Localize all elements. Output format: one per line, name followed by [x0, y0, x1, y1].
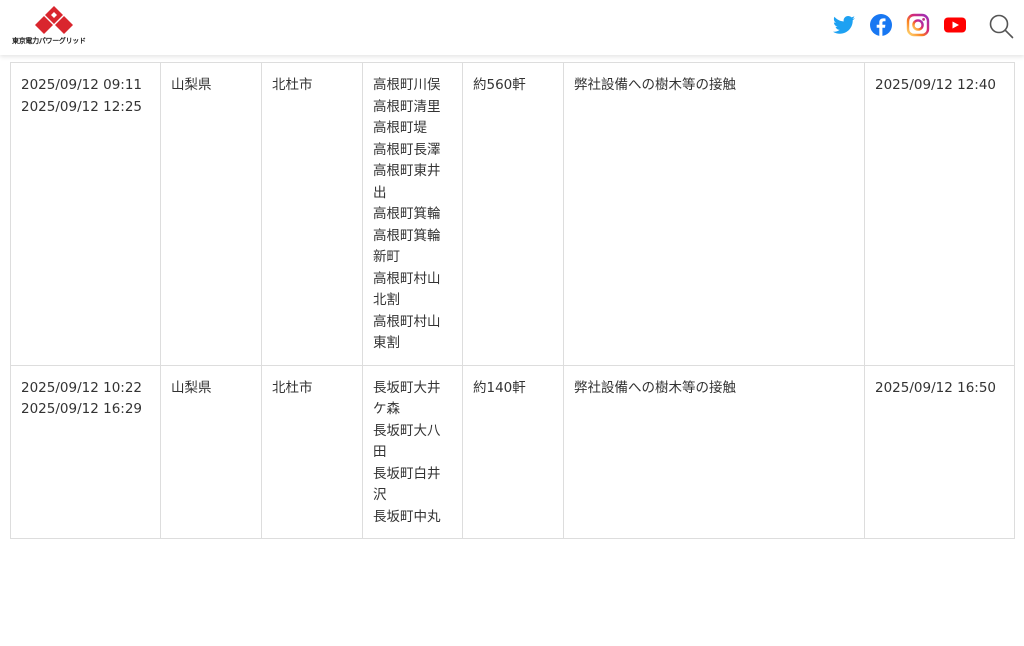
- search-button[interactable]: [988, 13, 1014, 39]
- site-header: 東京電力パワーグリッド: [0, 0, 1024, 55]
- cause: 弊社設備への樹木等の接触: [574, 77, 736, 93]
- households-cell: 約140軒: [462, 365, 564, 539]
- logo-text: 東京電力パワーグリッド: [12, 37, 86, 45]
- restored-time: 2025/09/12 16:29: [21, 401, 143, 417]
- households: 約140軒: [473, 379, 526, 396]
- table-row: 2025/09/12 10:22 2025/09/12 16:29 山梨県 北杜…: [10, 365, 1015, 539]
- city-cell: 北杜市: [261, 365, 363, 539]
- facebook-link[interactable]: [869, 13, 893, 37]
- area-name: 高根町箕輪: [373, 206, 441, 222]
- search-icon: [989, 14, 1014, 39]
- outage-time-cell: 2025/09/12 10:22 2025/09/12 16:29: [10, 365, 161, 539]
- instagram-link[interactable]: [906, 13, 930, 37]
- facebook-icon: [870, 14, 892, 36]
- area-name: 高根町村山東割: [373, 313, 441, 352]
- updated-cell: 2025/09/12 16:50: [864, 365, 1015, 539]
- area-name: 高根町箕輪新町: [373, 227, 441, 266]
- city-cell: 北杜市: [261, 62, 363, 366]
- table-row: 2025/09/12 09:11 2025/09/12 12:25 山梨県 北杜…: [10, 62, 1015, 366]
- households-cell: 約560軒: [462, 62, 564, 366]
- instagram-icon: [906, 13, 930, 37]
- area-name: 長坂町白井沢: [373, 465, 441, 504]
- updated-time: 2025/09/12 16:50: [875, 379, 997, 396]
- restored-time: 2025/09/12 12:25: [21, 98, 143, 115]
- area-name: 長坂町大八田: [373, 422, 441, 461]
- prefecture-cell: 山梨県: [160, 365, 262, 539]
- logo-diamond-icon: [35, 6, 73, 34]
- youtube-link[interactable]: [943, 13, 967, 37]
- occurred-time: 2025/09/12 10:22: [21, 379, 143, 396]
- occurred-time: 2025/09/12 09:11: [21, 77, 143, 93]
- cause-cell: 弊社設備への樹木等の接触: [563, 365, 865, 539]
- area-name: 高根町東井出: [373, 163, 441, 201]
- outage-table: 2025/09/12 09:11 2025/09/12 12:25 山梨県 北杜…: [10, 62, 1015, 539]
- outage-table-container: 2025/09/12 09:11 2025/09/12 12:25 山梨県 北杜…: [10, 62, 1015, 539]
- updated-cell: 2025/09/12 12:40: [864, 62, 1015, 366]
- area-cell: 高根町川俣 高根町清里 高根町堤 高根町長澤 高根町東井出 高根町箕輪 高根町箕…: [362, 62, 463, 366]
- area-name: 高根町堤: [373, 120, 427, 136]
- prefecture: 山梨県: [171, 379, 212, 396]
- twitter-icon: [833, 16, 855, 34]
- area-cell: 長坂町大井ケ森 長坂町大八田 長坂町白井沢 長坂町中丸: [362, 365, 463, 539]
- area-name: 高根町川俣: [373, 77, 441, 93]
- area-name: 高根町清里: [373, 98, 441, 115]
- youtube-icon: [944, 17, 966, 33]
- city: 北杜市: [272, 379, 313, 396]
- updated-time: 2025/09/12 12:40: [875, 77, 997, 93]
- area-name: 高根町村山北割: [373, 270, 441, 309]
- twitter-link[interactable]: [832, 13, 856, 37]
- area-name: 長坂町大井ケ森: [373, 379, 441, 418]
- tepco-pg-logo[interactable]: 東京電力パワーグリッド: [12, 5, 96, 49]
- cause-cell: 弊社設備への樹木等の接触: [563, 62, 865, 366]
- prefecture: 山梨県: [171, 77, 212, 93]
- households: 約560軒: [473, 77, 526, 93]
- area-name: 高根町長澤: [373, 141, 441, 158]
- outage-time-cell: 2025/09/12 09:11 2025/09/12 12:25: [10, 62, 161, 366]
- prefecture-cell: 山梨県: [160, 62, 262, 366]
- city: 北杜市: [272, 77, 313, 93]
- cause: 弊社設備への樹木等の接触: [574, 379, 736, 396]
- area-name: 長坂町中丸: [373, 508, 441, 525]
